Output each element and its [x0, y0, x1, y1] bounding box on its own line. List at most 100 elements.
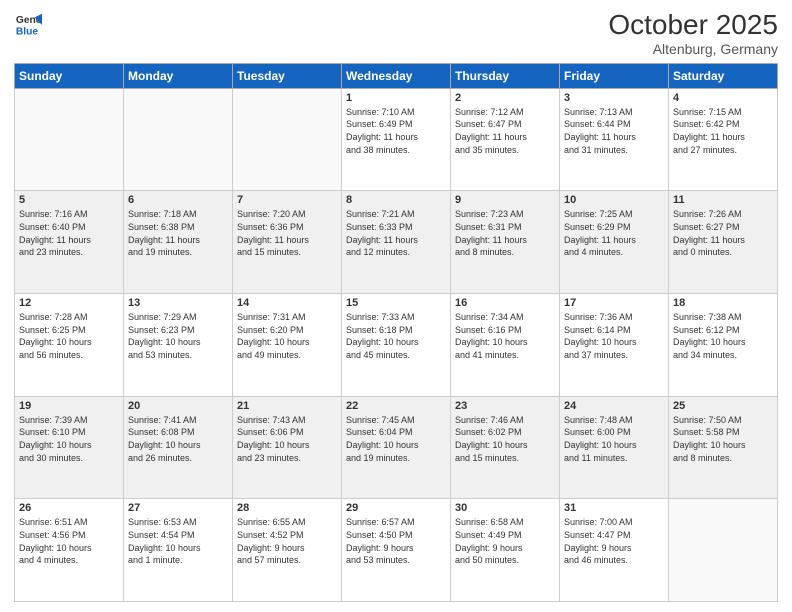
svg-text:Blue: Blue: [16, 26, 39, 37]
day-info: Sunrise: 7:38 AM Sunset: 6:12 PM Dayligh…: [673, 311, 773, 361]
weekday-header-sunday: Sunday: [15, 63, 124, 88]
day-number: 9: [455, 194, 555, 206]
calendar-day-cell: 18 Sunrise: 7:38 AM Sunset: 6:12 PM Dayli…: [669, 294, 778, 397]
calendar-day-cell: 12Sunrise: 7:28 AM Sunset: 6:25 PM Dayli…: [15, 294, 124, 397]
day-number: 3: [564, 92, 664, 104]
day-number: 12: [19, 297, 119, 309]
calendar-day-cell: 23 Sunrise: 7:46 AM Sunset: 6:02 PM Dayli…: [451, 396, 560, 499]
day-info: Sunrise: 7:31 AM Sunset: 6:20 PM Dayligh…: [237, 311, 337, 361]
header: General Blue October 2025 Altenburg, Ger…: [14, 10, 778, 57]
page-container: General Blue October 2025 Altenburg, Ger…: [0, 0, 792, 612]
day-number: 7: [237, 194, 337, 206]
day-number: 2: [455, 92, 555, 104]
day-info: Sunrise: 7:15 AM Sunset: 6:42 PM Dayligh…: [673, 106, 773, 156]
logo: General Blue: [14, 10, 42, 38]
logo-icon: General Blue: [14, 10, 42, 38]
day-info: Sunrise: 7:34 AM Sunset: 6:16 PM Dayligh…: [455, 311, 555, 361]
day-info: Sunrise: 7:12 AM Sunset: 6:47 PM Dayligh…: [455, 106, 555, 156]
weekday-header-friday: Friday: [560, 63, 669, 88]
day-info: Sunrise: 7:29 AM Sunset: 6:23 PM Dayligh…: [128, 311, 228, 361]
day-info: Sunrise: 7:13 AM Sunset: 6:44 PM Dayligh…: [564, 106, 664, 156]
calendar-day-cell: [669, 499, 778, 602]
calendar-day-cell: 8Sunrise: 7:21 AM Sunset: 6:33 PM Daylig…: [342, 191, 451, 294]
day-info: Sunrise: 7:10 AM Sunset: 6:49 PM Dayligh…: [346, 106, 446, 156]
day-info: Sunrise: 7:39 AM Sunset: 6:10 PM Dayligh…: [19, 414, 119, 464]
day-number: 4: [673, 92, 773, 104]
calendar-week-row: 12Sunrise: 7:28 AM Sunset: 6:25 PM Dayli…: [15, 294, 778, 397]
calendar-day-cell: 28Sunrise: 6:55 AM Sunset: 4:52 PM Dayli…: [233, 499, 342, 602]
day-number: 29: [346, 502, 446, 514]
calendar-day-cell: 25 Sunrise: 7:50 AM Sunset: 5:58 PM Dayli…: [669, 396, 778, 499]
calendar-day-cell: 24 Sunrise: 7:48 AM Sunset: 6:00 PM Dayli…: [560, 396, 669, 499]
day-info: Sunrise: 7:33 AM Sunset: 6:18 PM Dayligh…: [346, 311, 446, 361]
day-number: 15: [346, 297, 446, 309]
day-info: Sunrise: 7:46 AM Sunset: 6:02 PM Dayligh…: [455, 414, 555, 464]
weekday-header-saturday: Saturday: [669, 63, 778, 88]
calendar-table: SundayMondayTuesdayWednesdayThursdayFrid…: [14, 63, 778, 602]
calendar-day-cell: 7 Sunrise: 7:20 AM Sunset: 6:36 PM Daylig…: [233, 191, 342, 294]
calendar-day-cell: 19 Sunrise: 7:39 AM Sunset: 6:10 PM Dayli…: [15, 396, 124, 499]
day-number: 11: [673, 194, 773, 206]
day-number: 5: [19, 194, 119, 206]
day-info: Sunrise: 6:53 AM Sunset: 4:54 PM Dayligh…: [128, 516, 228, 566]
calendar-day-cell: [15, 88, 124, 191]
day-number: 22: [346, 400, 446, 412]
calendar-day-cell: 11 Sunrise: 7:26 AM Sunset: 6:27 PM Dayli…: [669, 191, 778, 294]
day-number: 31: [564, 502, 664, 514]
day-info: Sunrise: 7:23 AM Sunset: 6:31 PM Dayligh…: [455, 208, 555, 258]
day-number: 1: [346, 92, 446, 104]
calendar-day-cell: 31Sunrise: 7:00 AM Sunset: 4:47 PM Dayli…: [560, 499, 669, 602]
day-info: Sunrise: 7:21 AM Sunset: 6:33 PM Dayligh…: [346, 208, 446, 258]
calendar-week-row: 1 Sunrise: 7:10 AM Sunset: 6:49 PM Daylig…: [15, 88, 778, 191]
calendar-day-cell: 2 Sunrise: 7:12 AM Sunset: 6:47 PM Daylig…: [451, 88, 560, 191]
day-number: 14: [237, 297, 337, 309]
day-number: 27: [128, 502, 228, 514]
calendar-day-cell: 30 Sunrise: 6:58 AM Sunset: 4:49 PM Dayli…: [451, 499, 560, 602]
calendar-week-row: 5 Sunrise: 7:16 AM Sunset: 6:40 PM Daylig…: [15, 191, 778, 294]
day-info: Sunrise: 6:55 AM Sunset: 4:52 PM Dayligh…: [237, 516, 337, 566]
calendar-day-cell: 17Sunrise: 7:36 AM Sunset: 6:14 PM Dayli…: [560, 294, 669, 397]
calendar-day-cell: 15 Sunrise: 7:33 AM Sunset: 6:18 PM Dayli…: [342, 294, 451, 397]
weekday-header-thursday: Thursday: [451, 63, 560, 88]
calendar-day-cell: 20Sunrise: 7:41 AM Sunset: 6:08 PM Dayli…: [124, 396, 233, 499]
title-block: October 2025 Altenburg, Germany: [608, 10, 778, 57]
day-number: 25: [673, 400, 773, 412]
day-number: 6: [128, 194, 228, 206]
calendar-day-cell: 6Sunrise: 7:18 AM Sunset: 6:38 PM Daylig…: [124, 191, 233, 294]
day-number: 26: [19, 502, 119, 514]
day-info: Sunrise: 7:26 AM Sunset: 6:27 PM Dayligh…: [673, 208, 773, 258]
day-number: 24: [564, 400, 664, 412]
calendar-day-cell: 16 Sunrise: 7:34 AM Sunset: 6:16 PM Dayli…: [451, 294, 560, 397]
day-info: Sunrise: 6:51 AM Sunset: 4:56 PM Dayligh…: [19, 516, 119, 566]
day-info: Sunrise: 7:43 AM Sunset: 6:06 PM Dayligh…: [237, 414, 337, 464]
calendar-day-cell: 14 Sunrise: 7:31 AM Sunset: 6:20 PM Dayli…: [233, 294, 342, 397]
calendar-day-cell: 3 Sunrise: 7:13 AM Sunset: 6:44 PM Daylig…: [560, 88, 669, 191]
day-info: Sunrise: 7:16 AM Sunset: 6:40 PM Dayligh…: [19, 208, 119, 258]
weekday-header-tuesday: Tuesday: [233, 63, 342, 88]
day-number: 10: [564, 194, 664, 206]
calendar-day-cell: 9 Sunrise: 7:23 AM Sunset: 6:31 PM Daylig…: [451, 191, 560, 294]
day-number: 21: [237, 400, 337, 412]
day-info: Sunrise: 7:20 AM Sunset: 6:36 PM Dayligh…: [237, 208, 337, 258]
calendar-day-cell: 27 Sunrise: 6:53 AM Sunset: 4:54 PM Dayli…: [124, 499, 233, 602]
calendar-day-cell: 4 Sunrise: 7:15 AM Sunset: 6:42 PM Daylig…: [669, 88, 778, 191]
day-info: Sunrise: 7:50 AM Sunset: 5:58 PM Dayligh…: [673, 414, 773, 464]
calendar-day-cell: 5 Sunrise: 7:16 AM Sunset: 6:40 PM Daylig…: [15, 191, 124, 294]
day-info: Sunrise: 7:25 AM Sunset: 6:29 PM Dayligh…: [564, 208, 664, 258]
weekday-header-row: SundayMondayTuesdayWednesdayThursdayFrid…: [15, 63, 778, 88]
calendar-week-row: 19 Sunrise: 7:39 AM Sunset: 6:10 PM Dayli…: [15, 396, 778, 499]
day-number: 18: [673, 297, 773, 309]
calendar-day-cell: 21 Sunrise: 7:43 AM Sunset: 6:06 PM Dayli…: [233, 396, 342, 499]
weekday-header-wednesday: Wednesday: [342, 63, 451, 88]
day-number: 16: [455, 297, 555, 309]
day-number: 19: [19, 400, 119, 412]
day-info: Sunrise: 7:45 AM Sunset: 6:04 PM Dayligh…: [346, 414, 446, 464]
day-info: Sunrise: 6:58 AM Sunset: 4:49 PM Dayligh…: [455, 516, 555, 566]
day-info: Sunrise: 7:48 AM Sunset: 6:00 PM Dayligh…: [564, 414, 664, 464]
day-info: Sunrise: 6:57 AM Sunset: 4:50 PM Dayligh…: [346, 516, 446, 566]
day-number: 30: [455, 502, 555, 514]
calendar-day-cell: 29 Sunrise: 6:57 AM Sunset: 4:50 PM Dayli…: [342, 499, 451, 602]
month-title: October 2025: [608, 10, 778, 41]
day-number: 13: [128, 297, 228, 309]
day-number: 23: [455, 400, 555, 412]
